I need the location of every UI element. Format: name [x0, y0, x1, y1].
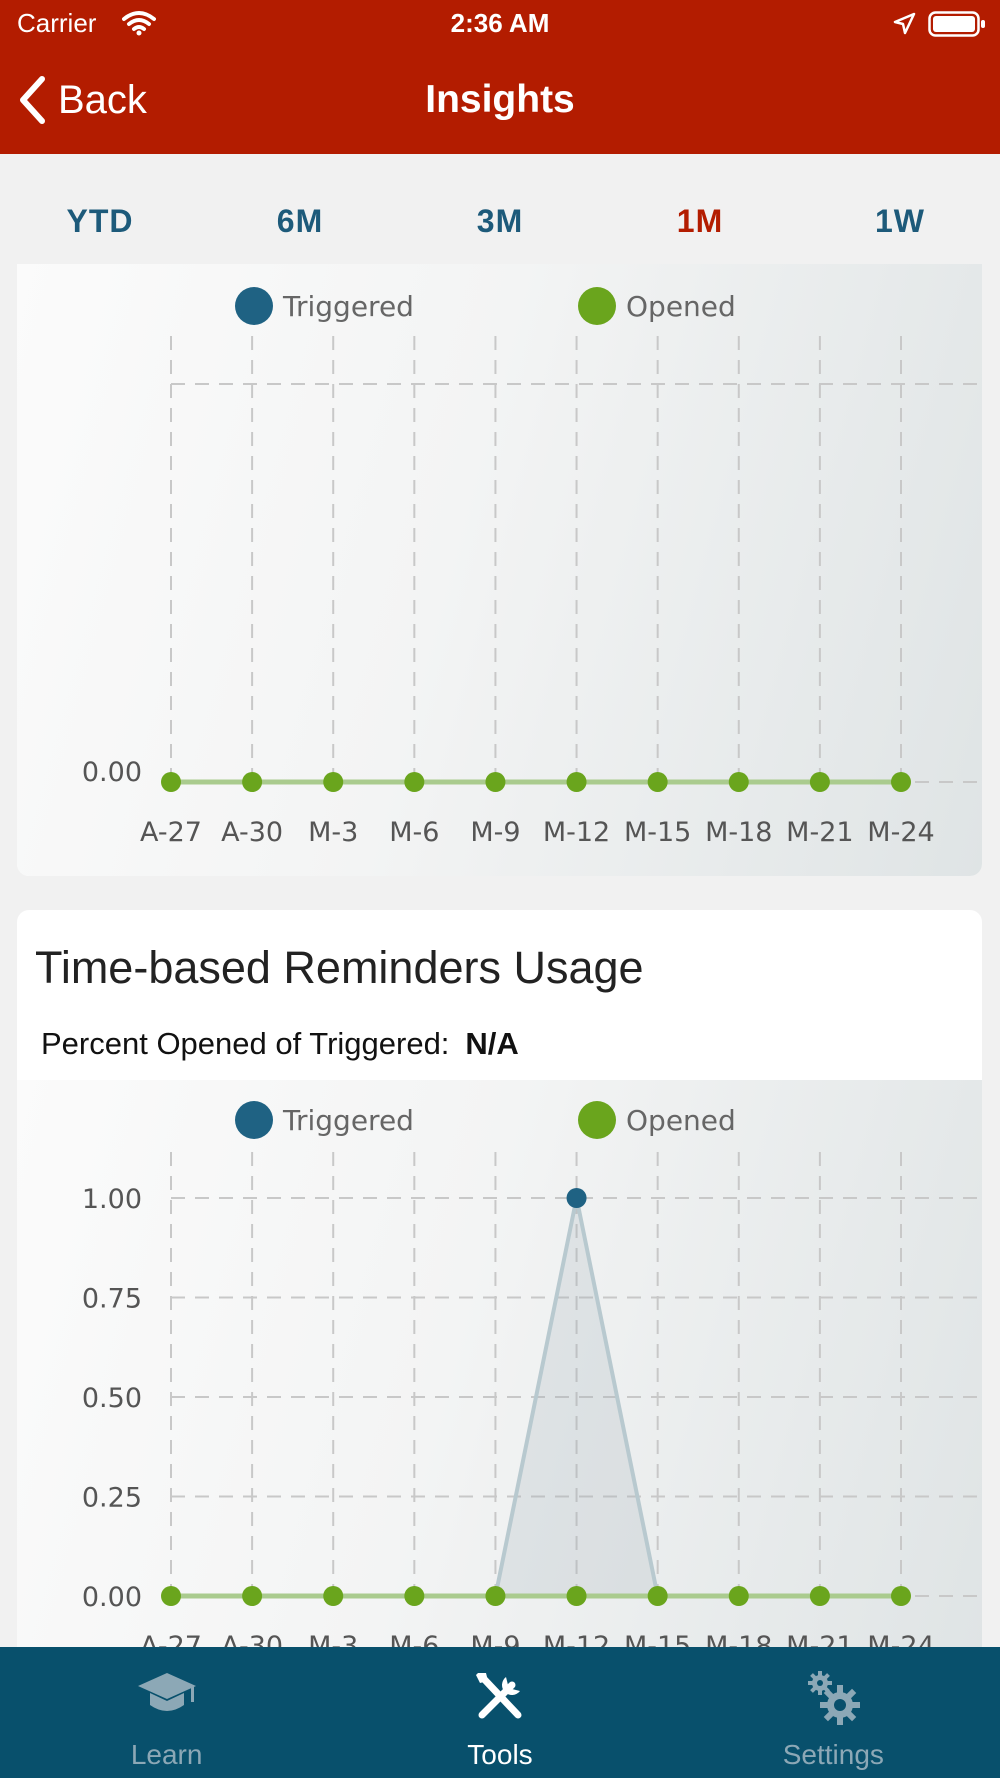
gears-icon: [808, 1671, 861, 1725]
range-ytd[interactable]: YTD: [0, 154, 200, 264]
legend-dot-triggered: [235, 1101, 273, 1139]
percent-opened-label: Percent Opened of Triggered:: [41, 1026, 450, 1061]
data-point-opened: [566, 1586, 587, 1606]
y-tick-label: 0.00: [82, 757, 142, 788]
y-tick-label: 1.00: [82, 1184, 142, 1215]
chart-area-1: Triggered Opened 0.00 A-27 A-30 M-3 M-6 M-9 M-12…: [17, 264, 982, 876]
reminders-usage-card: Time-based Reminders Usage Percent Opene…: [17, 910, 982, 1670]
range-selector: YTD 6M 3M 1M 1W: [0, 154, 1000, 264]
percent-opened-value: N/A: [465, 1026, 519, 1061]
x-tick-label: M-9: [470, 817, 520, 848]
line-chart-2: TriggeredOpened0.000.250.500.751.00A-27A…: [82, 1101, 982, 1662]
legend-label-triggered: Triggered: [282, 290, 414, 323]
line-chart-1: Triggered Opened 0.00 A-27 A-30 M-3 M-6 M-9 M-12…: [82, 287, 982, 848]
tab-settings-label: Settings: [782, 1739, 884, 1770]
battery-icon: [928, 11, 985, 37]
tab-learn[interactable]: Learn: [0, 1647, 333, 1778]
data-point-opened: [891, 772, 911, 792]
graduation-cap-icon: [137, 1673, 196, 1711]
legend-dot-triggered: [235, 287, 273, 325]
legend-label-opened: Opened: [626, 290, 736, 323]
data-point-opened: [728, 772, 749, 792]
x-tick-label: M-15: [624, 817, 691, 848]
data-point-opened: [323, 772, 344, 792]
data-point-triggered: [566, 1188, 587, 1208]
range-1w[interactable]: 1W: [800, 154, 1000, 264]
chart-area-2: TriggeredOpened0.000.250.500.751.00A-27A…: [17, 1080, 982, 1670]
x-tick-label: M-21: [786, 817, 853, 848]
data-point-opened: [809, 1586, 830, 1606]
nav-header: Carrier 2:36 AM Back Insights: [0, 0, 1000, 154]
tab-tools[interactable]: Tools: [333, 1647, 666, 1778]
y-tick-label: 0.25: [82, 1483, 142, 1514]
data-point-opened: [728, 1586, 749, 1606]
tools-icon: [475, 1673, 522, 1719]
y-tick-label: 0.00: [82, 1582, 142, 1613]
card-title: Time-based Reminders Usage: [35, 942, 644, 993]
y-tick-label: 0.50: [82, 1383, 142, 1414]
data-point-opened: [485, 772, 506, 792]
x-tick-label: M-12: [543, 817, 610, 848]
data-point-opened: [485, 1586, 506, 1606]
percent-opened-row: Percent Opened of Triggered: N/A: [41, 1026, 519, 1062]
page-title: Insights: [425, 78, 575, 121]
x-tick-label: M-24: [867, 817, 934, 848]
data-point-opened: [242, 772, 263, 792]
x-tick-label: M-6: [389, 817, 439, 848]
x-tick-label: M-3: [308, 817, 358, 848]
range-1m[interactable]: 1M: [600, 154, 800, 264]
location-arrow-icon: [893, 12, 916, 35]
legend-label-triggered: Triggered: [282, 1104, 414, 1137]
tab-learn-label: Learn: [130, 1739, 203, 1770]
range-3m[interactable]: 3M: [400, 154, 600, 264]
legend-dot-opened: [578, 287, 616, 325]
tab-bar: Learn Tools Settings: [0, 1647, 1000, 1778]
data-point-opened: [647, 772, 668, 792]
data-point-opened: [242, 1586, 263, 1606]
legend-label-opened: Opened: [626, 1104, 736, 1137]
data-point-opened: [161, 772, 181, 792]
tab-settings[interactable]: Settings: [667, 1647, 1000, 1778]
tab-tools-label: Tools: [467, 1739, 533, 1770]
x-tick-label: M-18: [705, 817, 772, 848]
range-6m[interactable]: 6M: [200, 154, 400, 264]
data-point-opened: [809, 772, 830, 792]
x-tick-label: A-30: [221, 817, 283, 848]
data-point-opened: [647, 1586, 668, 1606]
data-point-opened: [891, 1586, 911, 1606]
legend-dot-opened: [578, 1101, 616, 1139]
data-point-opened: [161, 1586, 181, 1606]
chart-card-1: Triggered Opened 0.00 A-27 A-30 M-3 M-6 M-9 M-12…: [17, 264, 982, 876]
x-tick-label: A-27: [140, 817, 202, 848]
status-time: 2:36 AM: [450, 8, 550, 38]
data-point-opened: [323, 1586, 344, 1606]
y-tick-label: 0.75: [82, 1284, 142, 1315]
data-point-opened: [404, 772, 425, 792]
data-point-opened: [404, 1586, 425, 1606]
data-point-opened: [566, 772, 587, 792]
